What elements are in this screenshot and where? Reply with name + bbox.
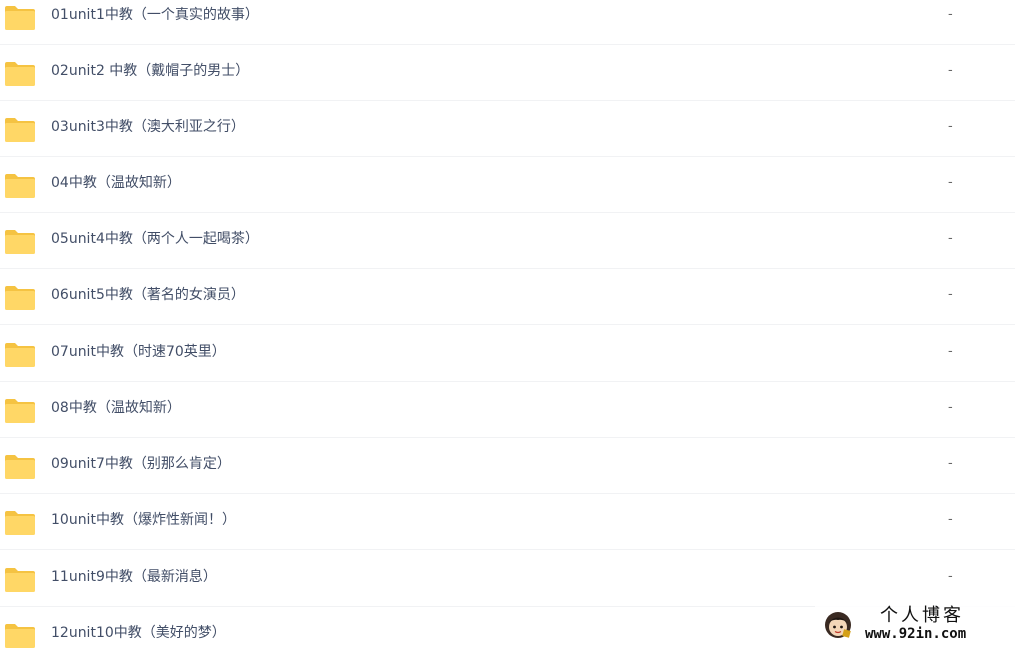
avatar-icon (825, 612, 851, 638)
file-row[interactable]: 05unit4中教（两个人一起喝茶） - (0, 213, 1015, 269)
file-list: 01unit1中教（一个真实的故事） - 02unit2 中教（戴帽子的男士） … (0, 0, 1015, 648)
file-name[interactable]: 03unit3中教（澳大利亚之行） (51, 118, 245, 136)
file-name[interactable]: 10unit中教（爆炸性新闻！） (51, 511, 236, 529)
file-row[interactable]: 10unit中教（爆炸性新闻！） - (0, 494, 1015, 550)
folder-icon (5, 455, 35, 479)
file-row[interactable]: 06unit5中教（著名的女演员） - (0, 269, 1015, 325)
watermark: 个人博客 www.92in.com (815, 603, 1015, 647)
file-size: - (948, 7, 953, 22)
file-size: - (948, 569, 953, 584)
file-size: - (948, 175, 953, 190)
folder-icon (5, 399, 35, 423)
file-row[interactable]: 08中教（温故知新） - (0, 382, 1015, 438)
folder-icon (5, 62, 35, 86)
folder-icon (5, 286, 35, 310)
file-name[interactable]: 09unit7中教（别那么肯定） (51, 455, 231, 473)
file-size: - (948, 344, 953, 359)
file-size: - (948, 231, 953, 246)
folder-icon (5, 118, 35, 142)
folder-icon (5, 6, 35, 30)
file-size: - (948, 456, 953, 471)
file-name[interactable]: 05unit4中教（两个人一起喝茶） (51, 230, 259, 248)
file-row[interactable]: 02unit2 中教（戴帽子的男士） - (0, 45, 1015, 101)
file-row[interactable]: 07unit中教（时速70英里） - (0, 326, 1015, 382)
file-row[interactable]: 03unit3中教（澳大利亚之行） - (0, 101, 1015, 157)
folder-icon (5, 230, 35, 254)
watermark-title: 个人博客 (880, 605, 964, 626)
file-size: - (948, 512, 953, 527)
file-name[interactable]: 08中教（温故知新） (51, 399, 181, 417)
folder-icon (5, 511, 35, 535)
file-row[interactable]: 09unit7中教（别那么肯定） - (0, 438, 1015, 494)
file-size: - (948, 400, 953, 415)
folder-icon (5, 343, 35, 367)
file-name[interactable]: 07unit中教（时速70英里） (51, 343, 226, 361)
file-size: - (948, 63, 953, 78)
watermark-url: www.92in.com (865, 626, 967, 642)
file-row[interactable]: 04中教（温故知新） - (0, 157, 1015, 213)
file-size: - (948, 287, 953, 302)
folder-icon (5, 174, 35, 198)
file-size: - (948, 119, 953, 134)
folder-icon (5, 568, 35, 592)
file-name[interactable]: 04中教（温故知新） (51, 174, 181, 192)
file-row[interactable]: 11unit9中教（最新消息） - (0, 551, 1015, 607)
file-name[interactable]: 11unit9中教（最新消息） (51, 568, 217, 586)
file-name[interactable]: 12unit10中教（美好的梦） (51, 624, 226, 642)
folder-icon (5, 624, 35, 648)
file-name[interactable]: 01unit1中教（一个真实的故事） (51, 6, 259, 24)
file-name[interactable]: 06unit5中教（著名的女演员） (51, 286, 245, 304)
file-row[interactable]: 01unit1中教（一个真实的故事） - (0, 0, 1015, 45)
file-name[interactable]: 02unit2 中教（戴帽子的男士） (51, 62, 249, 80)
